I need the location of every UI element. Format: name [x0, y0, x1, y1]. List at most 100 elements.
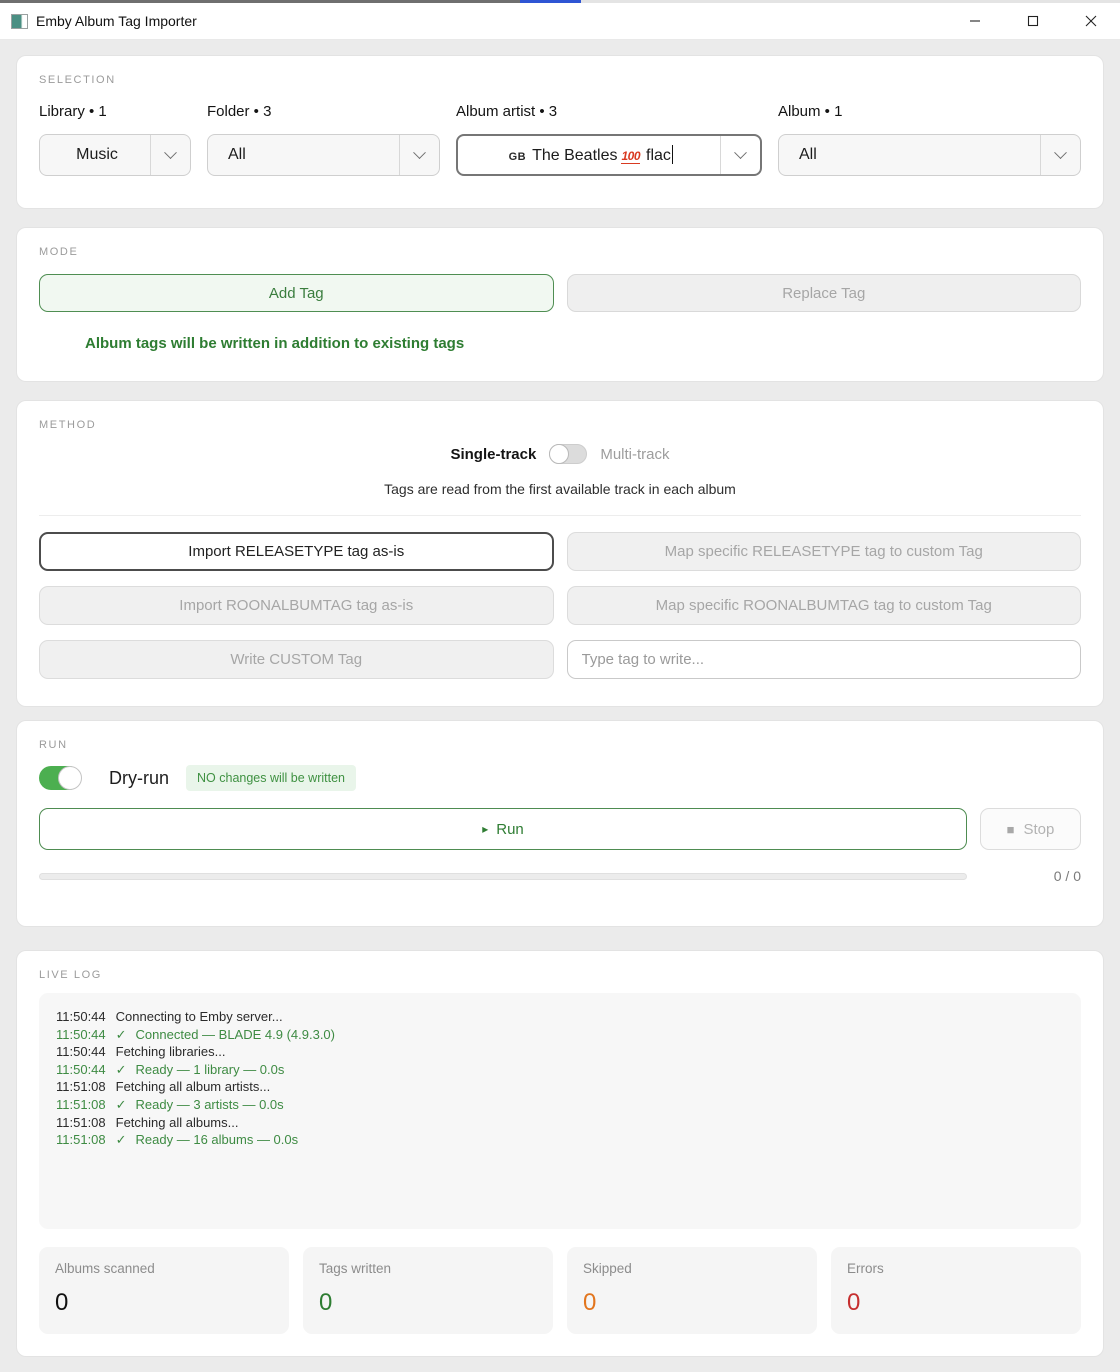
selection-section-label: SELECTION — [39, 74, 1081, 86]
method-divider — [39, 515, 1081, 516]
selection-section: SELECTION Library • 1 Music Folder • 3 A… — [16, 55, 1104, 209]
log-message: Ready — 3 artists — 0.0s — [136, 1097, 284, 1112]
log-line: 11:50:44✓Ready — 1 library — 0.0s — [56, 1061, 1064, 1079]
track-mode-toggle[interactable] — [549, 444, 587, 464]
mode-note: Album tags will be written in addition t… — [39, 335, 1081, 352]
import-roonalbumtag-button[interactable]: Import ROONALBUMTAG tag as-is — [39, 586, 554, 625]
toggle-knob — [549, 444, 569, 464]
run-section-label: RUN — [39, 739, 1081, 751]
stat-label: Errors — [847, 1261, 1065, 1276]
album-label: Album • 1 — [778, 103, 1081, 120]
check-icon: ✓ — [116, 1132, 127, 1147]
stop-button[interactable]: ■ Stop — [980, 808, 1081, 850]
progress-count: 0 / 0 — [967, 868, 1081, 884]
tag-to-write-input[interactable] — [567, 640, 1082, 679]
mode-buttons: Add Tag Replace Tag — [39, 274, 1081, 312]
log-line: 11:50:44Fetching libraries... — [56, 1043, 1064, 1061]
log-timestamp: 11:50:44 — [56, 1027, 106, 1042]
method-section-label: METHOD — [39, 419, 1081, 431]
stat-albums-scanned: Albums scanned 0 — [39, 1247, 289, 1334]
stat-value: 0 — [55, 1289, 273, 1317]
minimize-icon — [969, 15, 981, 27]
log-message: Connecting to Emby server... — [116, 1009, 283, 1024]
log-timestamp: 11:51:08 — [56, 1132, 106, 1147]
album-artist-chevron-zone[interactable] — [720, 136, 760, 174]
album-chevron-zone[interactable] — [1040, 135, 1080, 175]
log-line: 11:51:08Fetching all albums... — [56, 1114, 1064, 1132]
dry-run-row: Dry-run NO changes will be written — [39, 765, 1081, 791]
run-button-label: Run — [496, 821, 524, 838]
run-section: RUN Dry-run NO changes will be written ▸… — [16, 720, 1104, 927]
import-releasetype-button[interactable]: Import RELEASETYPE tag as-is — [39, 532, 554, 571]
top-edge-blue-segment — [520, 0, 581, 3]
stat-value: 0 — [847, 1289, 1065, 1317]
stats-row: Albums scanned 0 Tags written 0 Skipped … — [39, 1247, 1081, 1334]
album-dropdown[interactable]: All — [778, 134, 1081, 176]
stat-label: Skipped — [583, 1261, 801, 1276]
log-line: 11:51:08 Fetching all album artists... — [56, 1078, 1064, 1096]
check-icon: ✓ — [116, 1027, 127, 1042]
mode-section: MODE Add Tag Replace Tag Album tags will… — [16, 227, 1104, 382]
map-releasetype-button[interactable]: Map specific RELEASETYPE tag to custom T… — [567, 532, 1082, 571]
log-message: Ready — 16 albums — 0.0s — [136, 1132, 299, 1147]
chevron-down-icon — [734, 146, 747, 159]
chevron-down-icon — [413, 146, 426, 159]
progress-bar — [39, 873, 967, 880]
chevron-down-icon — [1054, 146, 1067, 159]
log-line: 11:50:44✓Connected — BLADE 4.9 (4.9.3.0) — [56, 1026, 1064, 1044]
maximize-icon — [1027, 15, 1039, 27]
folder-dropdown[interactable]: All — [207, 134, 440, 176]
run-button[interactable]: ▸ Run — [39, 808, 967, 850]
album-artist-name: The Beatles — [532, 147, 617, 164]
method-buttons-grid: Import RELEASETYPE tag as-is Map specifi… — [39, 532, 1081, 679]
stat-skipped: Skipped 0 — [567, 1247, 817, 1334]
dry-run-label: Dry-run — [109, 768, 169, 789]
folder-chevron-zone[interactable] — [399, 135, 439, 175]
chevron-down-icon — [164, 146, 177, 159]
stat-label: Albums scanned — [55, 1261, 273, 1276]
live-log-section-label: LIVE LOG — [39, 969, 1081, 981]
log-output: 11:50:44 Connecting to Emby server... 11:… — [39, 993, 1081, 1229]
play-icon: ▸ — [482, 822, 488, 836]
album-artist-combobox[interactable]: GBThe Beatles100flac — [456, 134, 762, 176]
toggle-knob — [58, 766, 82, 790]
log-timestamp: 11:51:08 — [56, 1115, 106, 1130]
check-icon: ✓ — [116, 1097, 127, 1112]
stat-tags-written: Tags written 0 — [303, 1247, 553, 1334]
folder-column: Folder • 3 All — [207, 103, 440, 176]
check-icon: ✓ — [116, 1062, 127, 1077]
album-value: All — [779, 146, 1040, 164]
map-roonalbumtag-button[interactable]: Map specific ROONALBUMTAG tag to custom … — [567, 586, 1082, 625]
close-button[interactable] — [1062, 3, 1120, 39]
album-artist-value: GBThe Beatles100flac — [458, 145, 720, 165]
log-message: Fetching all album artists... — [116, 1079, 271, 1094]
album-artist-suffix: flac — [646, 147, 671, 164]
folder-value: All — [208, 146, 399, 164]
minimize-button[interactable] — [946, 3, 1004, 39]
single-track-label: Single-track — [450, 446, 536, 463]
library-label: Library • 1 — [39, 103, 191, 120]
add-tag-button[interactable]: Add Tag — [39, 274, 554, 312]
stat-errors: Errors 0 — [831, 1247, 1081, 1334]
dry-run-toggle[interactable] — [39, 766, 81, 790]
library-column: Library • 1 Music — [39, 103, 191, 176]
stat-value: 0 — [319, 1289, 537, 1317]
library-dropdown[interactable]: Music — [39, 134, 191, 176]
log-timestamp: 11:51:08 — [56, 1079, 106, 1094]
dry-run-badge: NO changes will be written — [186, 765, 356, 791]
maximize-button[interactable] — [1004, 3, 1062, 39]
replace-tag-button[interactable]: Replace Tag — [567, 274, 1082, 312]
method-caption: Tags are read from the first available t… — [39, 481, 1081, 497]
stat-label: Tags written — [319, 1261, 537, 1276]
album-artist-column: Album artist • 3 GBThe Beatles100flac — [456, 103, 762, 176]
log-line: 11:50:44 Connecting to Emby server... — [56, 1008, 1064, 1026]
app-icon — [11, 14, 28, 29]
log-timestamp: 11:50:44 — [56, 1009, 106, 1024]
title-bar: Emby Album Tag Importer — [0, 3, 1120, 40]
log-timestamp: 11:50:44 — [56, 1044, 106, 1059]
library-chevron-zone[interactable] — [150, 135, 190, 175]
progress-row: 0 / 0 — [39, 868, 1081, 884]
hundred-points-emoji: 100 — [621, 149, 640, 165]
window-title: Emby Album Tag Importer — [36, 13, 197, 29]
write-custom-tag-button[interactable]: Write CUSTOM Tag — [39, 640, 554, 679]
